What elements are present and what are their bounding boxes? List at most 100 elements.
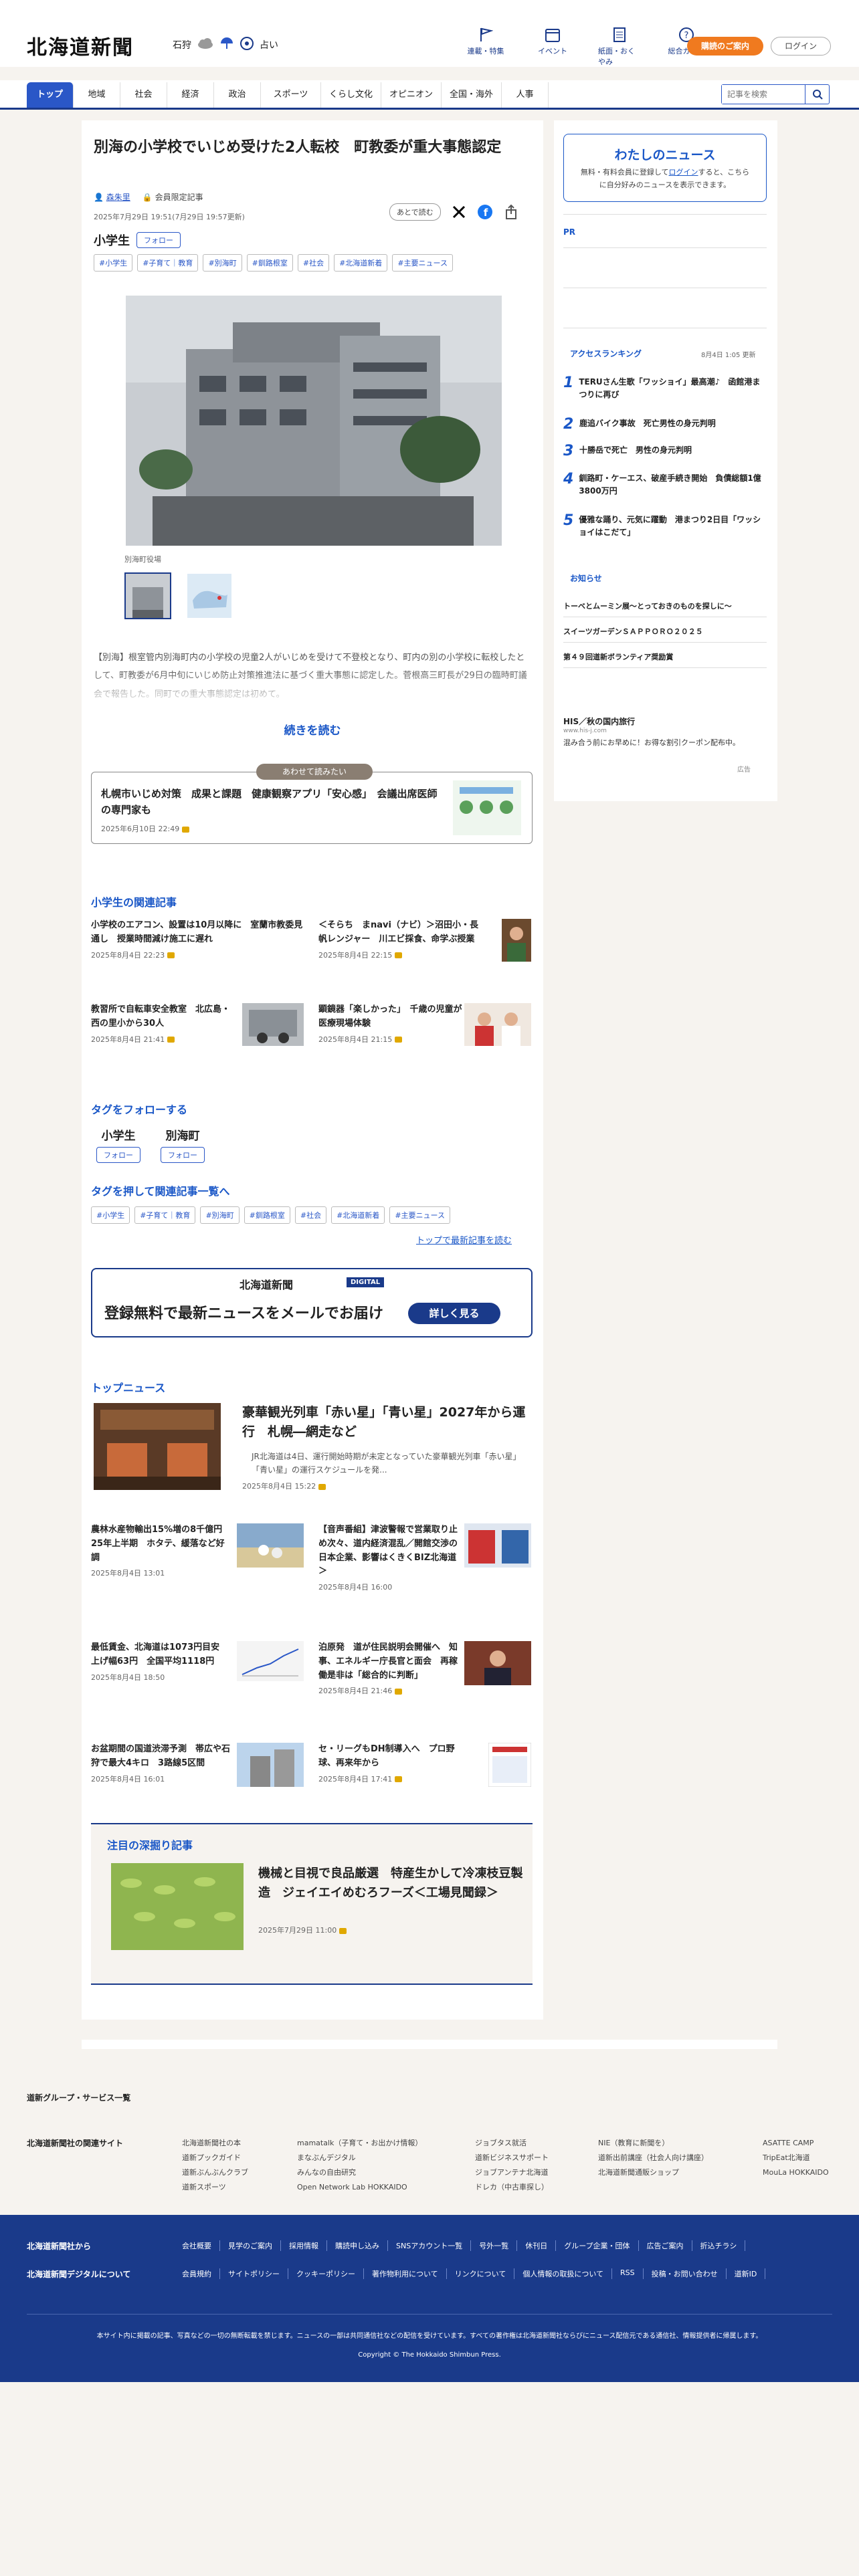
site-logo[interactable]: 北海道新聞	[27, 31, 134, 60]
top-news-card[interactable]: お盆期間の国道渋滞予測 帯広や石狩で最大4キロ 3路線5区間 2025年8月4日…	[91, 1743, 304, 1787]
footer-link[interactable]: 休刊日	[517, 2240, 557, 2251]
tag-link[interactable]: #主要ニュース	[389, 1206, 450, 1224]
weather-widget[interactable]: 石狩 占い	[173, 36, 278, 53]
nav-item-culture[interactable]: くらし文化	[321, 82, 381, 108]
login-button[interactable]: ログイン	[771, 37, 831, 56]
related-card[interactable]: ＜そらち まnavi（ナビ）＞沼田小・長帆レンジャー 川エビ採食、命学ぶ授業 2…	[318, 919, 531, 962]
read-more-link[interactable]: 続きを読む	[82, 721, 543, 738]
related-site-link[interactable]: 道新出前講座（社会人向け講座）	[598, 2151, 708, 2165]
tag-link[interactable]: #北海道新着	[334, 254, 388, 272]
feature-image[interactable]	[111, 1863, 244, 1950]
newsletter-banner[interactable]: 北海道新聞 DIGITAL 登録無料で最新ニュースをメールでお届け 詳しく見る	[91, 1268, 533, 1337]
group-services-link[interactable]: 道新グループ・サービス一覧	[27, 2092, 130, 2103]
ranking-item[interactable]: 2 鹿追バイク事故 死亡男性の身元判明	[563, 417, 767, 432]
top-news-card[interactable]: 農林水産物輸出15%増の8千億円 25年上半期 ホタテ、緩落など好調 2025年…	[91, 1523, 304, 1578]
tag-link[interactable]: #釧路根室	[244, 1206, 290, 1224]
ranking-item[interactable]: 1 TERUさん生歌「ワッショイ」最高潮♪ 函館港まつりに再び	[563, 375, 767, 401]
top-news-main[interactable]: 豪華観光列車「赤い星」「青い星」2027年から運行 札幌―網走など JR北海道は…	[94, 1403, 531, 1497]
related-site-link[interactable]: 北海道新聞通販ショップ	[598, 2165, 708, 2180]
tag-link[interactable]: #別海町	[200, 1206, 240, 1224]
top-latest-link[interactable]: トップで最新記事を読む	[416, 1233, 512, 1246]
notice-heading[interactable]: お知らせ	[570, 572, 602, 584]
tag-link[interactable]: #主要ニュース	[392, 254, 453, 272]
top-news-card[interactable]: 最低賃金、北海道は1073円目安 上げ幅63円 全国平均1118円 2025年8…	[91, 1641, 304, 1683]
related-site-link[interactable]: みんなの自由研究	[297, 2165, 422, 2180]
nav-item-personnel[interactable]: 人事	[502, 82, 549, 108]
thumbnail-1[interactable]	[124, 572, 171, 619]
footer-link[interactable]: 個人情報の取扱について	[514, 2268, 613, 2279]
thumbnail-2[interactable]	[186, 572, 233, 619]
follow-tag-name[interactable]: 小学生	[102, 1126, 136, 1143]
related-site-link[interactable]: ドレカ（中古車探し）	[475, 2180, 549, 2195]
nav-item-opinion[interactable]: オピニオン	[381, 82, 442, 108]
feature-heading[interactable]: 注目の深掘り記事	[107, 1836, 193, 1852]
footer-link[interactable]: 道新ID	[727, 2268, 766, 2279]
ad-text[interactable]: 混み合う前にお早めに！お得な割引クーポン配布中。	[563, 737, 764, 749]
tag-link[interactable]: #子育て｜教育	[137, 254, 199, 272]
related-site-link[interactable]: NIE（教育に新聞を）	[598, 2136, 708, 2151]
related-card[interactable]: 顕鏡器「楽しかった」 千歳の児童が医療現場体験 2025年8月4日 21:15	[318, 1003, 531, 1046]
ranking-item[interactable]: 5 優雅な踊り、元気に躍動 港まつり2日目「ワッショイはこだて」	[563, 513, 767, 539]
search-button[interactable]	[805, 85, 829, 104]
header-link-paper[interactable]: 紙面・おくやみ	[598, 27, 641, 67]
tag-link[interactable]: #釧路根室	[246, 254, 293, 272]
search-input[interactable]	[722, 85, 802, 104]
footer-link[interactable]: 広告ご案内	[639, 2240, 692, 2251]
facebook-share-icon[interactable]: f	[477, 204, 493, 220]
read-later-button[interactable]: あとで読む	[389, 203, 441, 221]
related-site-link[interactable]: MouLa HOKKAIDO	[763, 2165, 829, 2180]
top-news-card[interactable]: セ・リーグもDH制導入へ プロ野球、再来年から 2025年8月4日 17:41	[318, 1742, 532, 1788]
article-photo[interactable]	[126, 296, 502, 546]
footer-link[interactable]: 投稿・お問い合わせ	[644, 2268, 727, 2279]
top-news-card[interactable]: 【音声番組】津波警報で営業取り止め次々、道内経済混乱／開館交渉の日本企業、影響は…	[318, 1523, 531, 1592]
footer-link[interactable]: 会員規約	[182, 2268, 220, 2279]
related-site-link[interactable]: ジョブアンテナ北海道	[475, 2165, 549, 2180]
footer-link[interactable]: 号外一覧	[471, 2240, 518, 2251]
footer-link[interactable]: 購読申し込み	[327, 2240, 388, 2251]
ranking-heading[interactable]: アクセスランキング	[570, 348, 642, 359]
related-site-link[interactable]: 道新ビジネスサポート	[475, 2151, 549, 2165]
author-link[interactable]: 森朱里	[106, 193, 130, 202]
nav-item-sports[interactable]: スポーツ	[261, 82, 321, 108]
related-heading[interactable]: 小学生の関連記事	[91, 893, 177, 909]
related-site-link[interactable]: 道新スポーツ	[182, 2180, 248, 2195]
footer-link[interactable]: クッキーポリシー	[288, 2268, 364, 2279]
nav-item-world[interactable]: 全国・海外	[442, 82, 502, 108]
related-site-link[interactable]: mamatalk（子育て・お出かけ情報）	[297, 2136, 422, 2151]
tag-link[interactable]: #小学生	[91, 1206, 130, 1224]
header-link-events[interactable]: イベント	[531, 27, 574, 67]
footer-link[interactable]: 著作物利用について	[364, 2268, 447, 2279]
footer-link[interactable]: 見学のご案内	[220, 2240, 281, 2251]
ranking-item[interactable]: 4 釧路町・ケーエス、破産手続き開始 負債総額1億3800万円	[563, 471, 767, 498]
related-card[interactable]: 小学校のエアコン、設置は10月以降に 室蘭市教委見通し 授業時間減け施工に遅れ …	[91, 919, 304, 960]
newsletter-button[interactable]: 詳しく見る	[408, 1303, 500, 1324]
ad-title[interactable]: HIS／秋の国内旅行	[563, 716, 635, 727]
related-site-link[interactable]: 道新プックガイド	[182, 2151, 248, 2165]
nav-item-local[interactable]: 地域	[74, 82, 120, 108]
ranking-item[interactable]: 3 十勝岳で死亡 男性の身元判明	[563, 444, 767, 459]
follow-button[interactable]: フォロー	[96, 1147, 140, 1163]
top-news-card[interactable]: 泊原発 道が住民説明会開催へ 知事、エネルギー庁長官と面会 再稼働是非は「総合的…	[318, 1641, 531, 1696]
top-news-heading[interactable]: トップニュース	[91, 1379, 165, 1395]
footer-link[interactable]: 折込チラシ	[692, 2240, 746, 2251]
also-read-card[interactable]: あわせて読みたい 札幌市いじめ対策 成果と課題 健康観察アプリ「安心感」 会議出…	[91, 764, 533, 844]
subscribe-button[interactable]: 購読のご案内	[687, 37, 763, 56]
related-site-link[interactable]: まなぶんデジタル	[297, 2151, 422, 2165]
ad-url[interactable]: www.his-j.com	[563, 728, 607, 734]
tag-link[interactable]: #北海道新着	[331, 1206, 385, 1224]
related-site-link[interactable]: ASATTE CAMP	[763, 2136, 829, 2151]
follow-button[interactable]: フォロー	[136, 232, 181, 248]
nav-item-politics[interactable]: 政治	[214, 82, 261, 108]
related-site-link[interactable]: 北海道新聞社の本	[182, 2136, 248, 2151]
notice-item[interactable]: 第４９回道新ボランティア奨励賞	[563, 651, 767, 662]
feature-title[interactable]: 機械と目視で良品厳選 特産生かして冷凍枝豆製造 ジェイエイめむろフーズ＜工場見聞…	[258, 1864, 526, 1903]
tag-link[interactable]: #社会	[294, 1206, 327, 1224]
follow-button[interactable]: フォロー	[161, 1147, 205, 1163]
share-icon[interactable]	[504, 204, 518, 220]
tag-link[interactable]: #社会	[297, 254, 330, 272]
footer-link[interactable]: サイトポリシー	[220, 2268, 288, 2279]
follow-tag-name[interactable]: 別海町	[166, 1126, 200, 1143]
nav-item-economy[interactable]: 経済	[167, 82, 214, 108]
my-news-login-link[interactable]: ログイン	[669, 168, 698, 177]
nav-item-top[interactable]: トップ	[27, 82, 74, 108]
